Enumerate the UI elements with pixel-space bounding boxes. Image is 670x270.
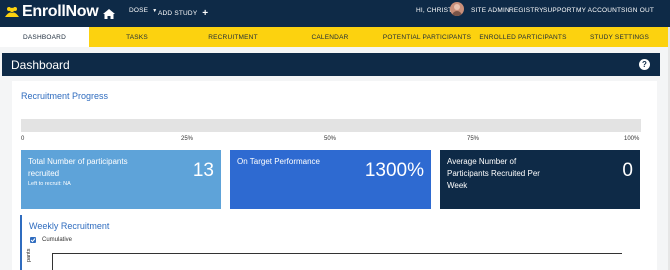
progress-tick: 25% (181, 136, 194, 142)
card-label: Average Number of Participants Recruited… (447, 157, 540, 190)
tab-tasks[interactable]: TASKS (89, 27, 185, 47)
main-tabs: DASHBOARD TASKS RECRUITMENT CALENDAR POT… (0, 27, 668, 47)
tab-dashboard[interactable]: DASHBOARD (0, 27, 89, 47)
card-value: 1300% (364, 160, 424, 181)
on-target-performance-card: On Target Performance 1300% (230, 150, 431, 209)
weekly-recruitment-section: Weekly Recruitment Cumulative pants (20, 215, 638, 270)
site-admin-link[interactable]: SITE ADMIN (471, 7, 510, 14)
user-greeting[interactable]: HI, CHRISTI (416, 7, 454, 14)
add-study-label: ADD STUDY (158, 10, 198, 17)
app-logo[interactable]: EnrollNow (5, 3, 99, 21)
card-value: 13 (192, 160, 214, 181)
card-value: 0 (622, 160, 633, 181)
app-name: EnrollNow (22, 3, 99, 20)
card-sublabel: Left to recruit: NA (28, 181, 71, 187)
sign-out-link[interactable]: SIGN OUT (621, 7, 654, 14)
card-label: Total Number of participants recruited (28, 157, 128, 178)
progress-tick: 0 (21, 136, 25, 142)
recruitment-progress-bar (21, 119, 641, 132)
help-icon[interactable]: ? (639, 59, 650, 70)
dashboard-panel: Recruitment Progress 0 25% 50% 75% 100% … (12, 81, 657, 270)
people-icon (5, 6, 19, 18)
dose-label: DOSE (129, 7, 149, 14)
average-per-week-card: Average Number of Participants Recruited… (440, 150, 640, 209)
check-icon (30, 238, 36, 243)
progress-tick: 75% (467, 136, 480, 142)
home-icon[interactable] (103, 6, 115, 24)
y-axis-label: pants (26, 248, 32, 262)
tab-potential-participants[interactable]: POTENTIAL PARTICIPANTS (379, 27, 475, 47)
recruitment-progress-title: Recruitment Progress (21, 91, 109, 101)
cumulative-label: Cumulative (42, 237, 73, 243)
caret-down-icon: ▼ (152, 8, 158, 14)
cumulative-checkbox[interactable] (30, 237, 36, 243)
card-label: On Target Performance (237, 157, 321, 166)
chart-top-border (52, 253, 622, 254)
dashboard-header: Dashboard ? (2, 53, 660, 76)
my-account-link[interactable]: MY ACCOUNT (576, 7, 621, 14)
progress-tick: 100% (624, 136, 640, 142)
total-recruited-card: Total Number of participants recruited L… (21, 150, 221, 209)
support-link[interactable]: SUPPORT (543, 7, 576, 14)
tab-recruitment[interactable]: RECRUITMENT (185, 27, 281, 47)
chart-y-axis (52, 253, 53, 270)
avatar[interactable] (450, 2, 464, 16)
plus-icon: + (202, 8, 209, 19)
tab-calendar[interactable]: CALENDAR (281, 27, 379, 47)
registry-link[interactable]: REGISTRY (509, 7, 544, 14)
main-content: Dashboard ? Recruitment Progress 0 25% 5… (0, 47, 668, 270)
top-navbar: EnrollNow DOSE ▼ ADD STUDY + HI, CHRISTI… (0, 0, 670, 27)
dose-dropdown[interactable]: DOSE ▼ (129, 7, 157, 14)
weekly-recruitment-title: Weekly Recruitment (29, 221, 110, 231)
page-title: Dashboard (11, 58, 70, 72)
progress-tick: 50% (324, 136, 337, 142)
tab-study-settings[interactable]: STUDY SETTINGS (571, 27, 668, 47)
add-study-button[interactable]: ADD STUDY + (158, 7, 209, 19)
tab-enrolled-participants[interactable]: ENROLLED PARTICIPANTS (475, 27, 571, 47)
